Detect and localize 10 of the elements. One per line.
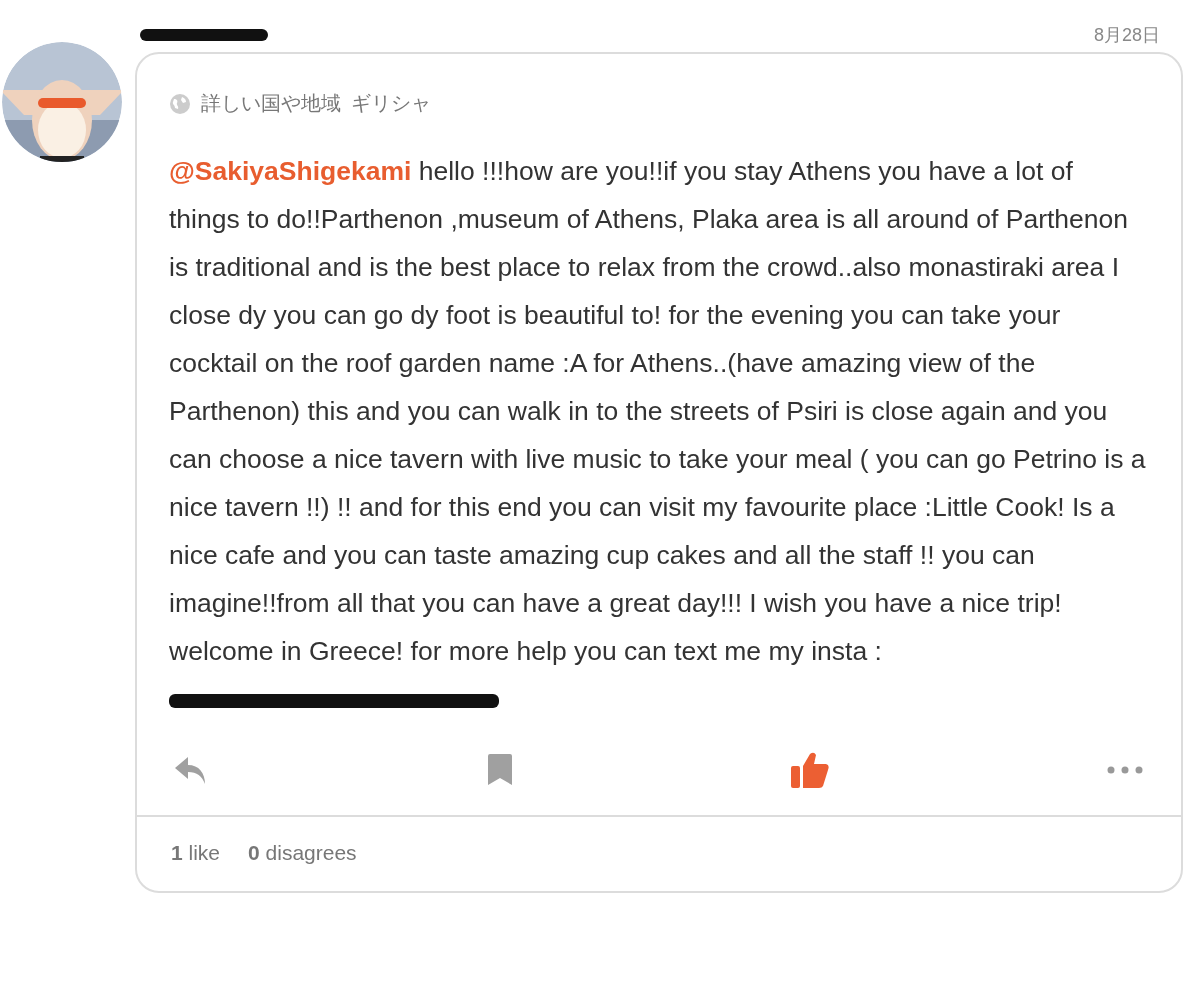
more-button[interactable]	[1106, 766, 1143, 774]
bookmark-button[interactable]	[485, 753, 514, 787]
region-label: 詳しい国や地域	[201, 91, 341, 116]
region-value: ギリシャ	[351, 91, 431, 116]
globe-icon	[169, 92, 191, 115]
like-button[interactable]	[790, 751, 831, 789]
reaction-count: 1 like	[171, 841, 221, 865]
reaction-count: 0 disagrees	[248, 841, 357, 865]
post-date: 8月28日	[1093, 24, 1160, 47]
post-body: @SakiyaShigekami hello !!!how are you!!if you stay Athens you have a lot of things to do!!Parthenon ,museum of Athens, Plaka area is all around of Parthenon is traditional and is the best place to relax from the crowd..also monastiraki area I close dy you can go dy foot is beautiful to! for the evening you can take your cocktail on the roof garden name :A for Athens..(have amazing view of the Parthenon) this and you can walk in to the streets of Psiri is close again and you can choose a nice tavern with live music to take your meal ( you can go Petrino is a nice tavern !!) !! and for this end you can visit my favourite place :Little Cook! Is a nice cafe and you can taste amazing cup cakes and all the staff !! you can imagine!!from all that you can have a great day!!! I wish you have a nice trip! welcome in Greece! for more help you can text me my insta :	[169, 147, 1147, 723]
